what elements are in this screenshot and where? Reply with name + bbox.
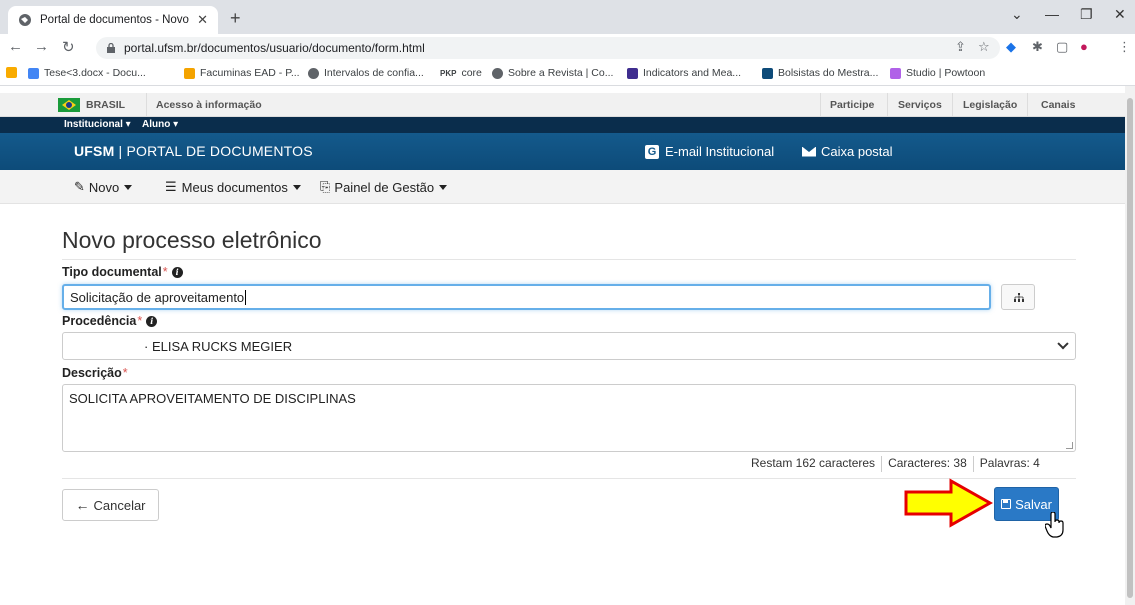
extensions-puzzle-icon[interactable]: ✱ (1032, 39, 1043, 55)
browser-tab[interactable]: Portal de documentos - Novo pr ✕ (8, 6, 218, 34)
minimize-button[interactable]: — (1045, 6, 1059, 22)
list-icon: ☰ (165, 179, 177, 194)
restam-count: Restam 162 caracteres (751, 456, 876, 470)
bookmark-core[interactable]: PKP core (440, 67, 482, 79)
browser-tab-strip: Portal de documentos - Novo pr ✕ + ⌄ — ❐… (0, 0, 1135, 34)
floppy-disk-icon (1001, 499, 1012, 509)
institutional-bar: Institucional ▾ Aluno ▾ (0, 117, 1125, 133)
pencil-icon: ✎ (74, 179, 85, 194)
profile-avatar[interactable]: ● (1080, 39, 1088, 54)
window-close-button[interactable]: ✕ (1114, 6, 1126, 23)
forward-icon[interactable]: → (34, 38, 49, 55)
procedencia-select[interactable]: · ELISA RUCKS MEGIER (62, 332, 1076, 360)
address-bar[interactable]: portal.ufsm.br/documentos/usuario/docume… (96, 37, 1000, 59)
tipo-documental-input[interactable]: Solicitação de aproveitamento (62, 284, 991, 310)
bookmark-powtoon[interactable]: Studio | Powtoon (890, 67, 985, 79)
new-tab-button[interactable]: + (230, 8, 241, 29)
page-scrollbar[interactable] (1125, 86, 1135, 605)
scrollbar-thumb[interactable] (1127, 98, 1133, 598)
extension-shield-icon[interactable]: ◆ (1006, 39, 1016, 55)
tab-title: Portal de documentos - Novo pr (40, 14, 192, 26)
close-tab-icon[interactable]: ✕ (197, 12, 208, 28)
caret-down-icon (124, 184, 133, 190)
brasil-link[interactable]: BRASIL (86, 99, 125, 111)
acesso-informacao-link[interactable]: Acesso à informação (156, 99, 262, 111)
aluno-menu[interactable]: Aluno ▾ (142, 119, 178, 130)
bookmark-tese[interactable]: Tese<3.docx - Docu... (28, 67, 146, 79)
chevron-down-icon (1057, 338, 1069, 350)
canais-link[interactable]: Canais (1041, 99, 1075, 111)
caixa-postal-link[interactable]: Caixa postal (802, 144, 893, 159)
ufsm-icon (762, 67, 773, 79)
url-text: portal.ufsm.br/documentos/usuario/docume… (124, 41, 425, 55)
gov-bar: BRASIL Acesso à informação Participe Ser… (0, 93, 1125, 117)
portal-brand[interactable]: UFSM | PORTAL DE DOCUMENTOS (74, 143, 313, 159)
apps-icon[interactable] (6, 67, 22, 78)
text-cursor (245, 289, 247, 305)
share-icon[interactable]: ⇪ (955, 39, 966, 55)
caret-down-icon (292, 184, 301, 190)
sitemap-icon (1014, 293, 1024, 302)
menu-dots-icon[interactable]: ⋮ (1118, 39, 1131, 55)
docs-icon (28, 67, 39, 79)
lock-icon (107, 43, 115, 53)
star-icon[interactable]: ☆ (978, 39, 990, 55)
divider (62, 259, 1076, 260)
hand-cursor-icon (1045, 512, 1064, 538)
caret-down-icon (439, 184, 448, 190)
facuminas-icon (184, 67, 195, 79)
participe-link[interactable]: Participe (830, 99, 874, 111)
tab-search-icon[interactable]: ⌄ (1011, 6, 1023, 23)
reload-icon[interactable]: ↻ (62, 38, 75, 56)
cancel-button[interactable]: ← Cancelar (62, 489, 159, 521)
caracteres-count: Caracteres: 38 (888, 456, 967, 470)
portal-header: UFSM | PORTAL DE DOCUMENTOS G E-mail Inst… (0, 133, 1125, 170)
globe-icon (492, 67, 503, 79)
google-icon: G (645, 144, 659, 159)
legislacao-link[interactable]: Legislação (963, 99, 1017, 111)
palavras-count: Palavras: 4 (979, 456, 1040, 470)
pkp-icon: PKP (440, 68, 457, 78)
browser-toolbar: ← → ↻ portal.ufsm.br/documentos/usuario/… (0, 34, 1135, 62)
descricao-label: Descrição * (62, 366, 128, 380)
servicos-link[interactable]: Serviços (898, 99, 942, 111)
indicators-icon (627, 67, 638, 79)
character-counter: Restam 162 caracteres Caracteres: 38 Pal… (745, 456, 1046, 472)
email-institucional-link[interactable]: G E-mail Institucional (645, 144, 774, 159)
resize-grip-icon[interactable] (1066, 442, 1073, 449)
app-nav: ✎ Novo ☰ Meus documentos ⎘ Painel de Gestão (0, 170, 1125, 204)
back-icon[interactable]: ← (8, 38, 23, 55)
side-panel-icon[interactable]: ▢ (1056, 39, 1068, 55)
procedencia-label: Procedência * i (62, 314, 158, 328)
powtoon-icon (890, 67, 901, 79)
envelope-icon (802, 146, 816, 157)
bookmarks-bar: Tese<3.docx - Docu... Facuminas EAD - P.… (0, 62, 1135, 86)
globe-icon (19, 14, 31, 26)
page-title: Novo processo eletrônico (62, 227, 322, 253)
arrow-left-icon: ← (75, 497, 90, 513)
descricao-textarea[interactable]: SOLICITA APROVEITAMENTO DE DISCIPLINAS (62, 384, 1076, 452)
maximize-button[interactable]: ❐ (1080, 6, 1093, 23)
info-icon[interactable]: i (146, 315, 158, 327)
brazil-flag-icon (58, 98, 80, 112)
novo-menu[interactable]: ✎ Novo (74, 179, 133, 195)
sitemap-button[interactable] (1001, 284, 1035, 310)
globe-icon (308, 67, 319, 79)
tipo-documental-label: Tipo documental * i (62, 265, 183, 279)
bookmark-sobre-revista[interactable]: Sobre a Revista | Co... (492, 67, 613, 79)
dashboard-icon: ⎘ (320, 179, 331, 194)
institucional-menu[interactable]: Institucional ▾ (64, 119, 131, 130)
bookmark-bolsistas[interactable]: Bolsistas do Mestra... (762, 67, 878, 79)
highlight-arrow-icon (904, 478, 993, 528)
bookmark-indicators[interactable]: Indicators and Mea... (627, 67, 741, 79)
painel-gestao-menu[interactable]: ⎘ Painel de Gestão (320, 179, 448, 195)
meus-documentos-menu[interactable]: ☰ Meus documentos (165, 179, 301, 195)
bookmark-intervalos[interactable]: Intervalos de confia... (308, 67, 424, 79)
info-icon[interactable]: i (171, 266, 183, 278)
bookmark-facuminas[interactable]: Facuminas EAD - P... (184, 67, 300, 79)
